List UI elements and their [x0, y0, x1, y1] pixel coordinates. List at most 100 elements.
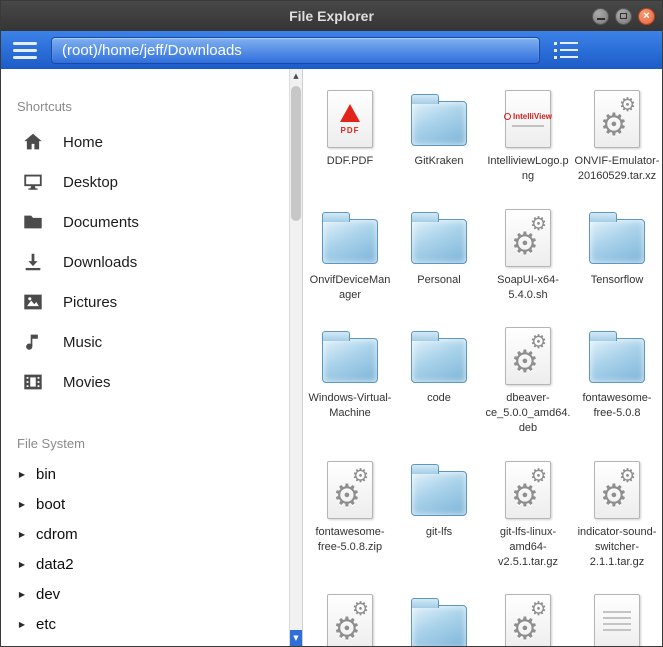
file-name: fontawesome-free-5.0.8.zip	[315, 525, 385, 553]
file-item-indicator-sound-switcher[interactable]: indicator-sound-switcher-2.1.1.tar.gz	[573, 458, 661, 570]
expand-arrow-icon[interactable]	[17, 500, 27, 509]
sidebar-item-label: Pictures	[63, 293, 118, 311]
expand-arrow-icon[interactable]	[17, 560, 27, 569]
archive-gear-file-icon	[585, 458, 649, 522]
minimize-icon	[596, 18, 605, 20]
maximize-icon	[620, 13, 627, 19]
file-item-unknown-3[interactable]	[484, 591, 572, 646]
gear-icon	[352, 600, 369, 619]
file-name: indicator-sound-switcher-2.1.1.tar.gz	[577, 525, 657, 568]
sidebar-item-downloads[interactable]: Downloads	[17, 242, 289, 282]
address-bar[interactable]: (root)/home/jeff/Downloads	[51, 36, 540, 64]
pictures-icon	[21, 291, 45, 313]
sidebar-item-label: Music	[63, 333, 103, 351]
fs-item-label: data2	[36, 555, 74, 573]
file-item-tensorflow[interactable]: Tensorflow	[573, 206, 661, 288]
movies-icon	[21, 371, 45, 393]
minimize-button[interactable]	[592, 7, 609, 25]
sidebar-item-bin[interactable]: bin	[17, 459, 289, 489]
image-file-icon: IntelliView	[496, 87, 560, 151]
file-explorer-window: File Explorer (root)/home/jeff/Downloads…	[0, 0, 663, 647]
sidebar-item-home[interactable]: Home	[17, 122, 289, 162]
file-name: code	[427, 392, 451, 405]
expand-arrow-icon[interactable]	[17, 530, 27, 539]
shortcuts-header: Shortcuts	[17, 99, 72, 114]
maximize-button[interactable]	[615, 7, 632, 25]
folder-icon	[318, 206, 382, 270]
list-view-icon[interactable]	[554, 41, 578, 59]
archive-gear-file-icon	[318, 591, 382, 646]
sidebar-item-music[interactable]: Music	[17, 322, 289, 362]
gear-icon	[530, 600, 547, 619]
sidebar-item-label: Documents	[63, 213, 139, 231]
sidebar-item-desktop[interactable]: Desktop	[17, 162, 289, 202]
music-icon	[21, 331, 45, 353]
file-item-fontawesome-folder[interactable]: fontawesome-free-5.0.8	[573, 324, 661, 421]
sidebar: Shortcuts Home Desktop Documents Downloa…	[1, 69, 289, 646]
file-item-personal[interactable]: Personal	[395, 206, 483, 288]
desktop-icon	[21, 171, 45, 193]
sidebar-item-pictures[interactable]: Pictures	[17, 282, 289, 322]
scrollbar-track[interactable]	[290, 83, 302, 630]
file-item-code[interactable]: code	[395, 324, 483, 406]
titlebar[interactable]: File Explorer	[1, 1, 662, 31]
sidebar-item-label: Movies	[63, 373, 111, 391]
gear-icon	[619, 96, 636, 115]
file-name: dbeaver-ce_5.0.0_amd64.deb	[485, 392, 571, 435]
fs-item-label: etc	[36, 615, 57, 633]
file-grid-panel: PDF DDF.PDF GitKraken IntelliView Intell…	[303, 69, 662, 646]
archive-gear-file-icon	[496, 324, 560, 388]
folder-icon	[585, 324, 649, 388]
file-item-unknown-4[interactable]	[573, 591, 661, 646]
file-name: fontawesome-free-5.0.8	[582, 392, 652, 420]
sidebar-item-cdrom[interactable]: cdrom	[17, 519, 289, 549]
file-name: ONVIF-Emulator-20160529.tar.xz	[574, 155, 660, 182]
file-item-ddf-pdf[interactable]: PDF DDF.PDF	[306, 87, 394, 169]
close-button[interactable]	[638, 7, 655, 25]
sidebar-item-boot[interactable]: boot	[17, 489, 289, 519]
fs-item-label: cdrom	[36, 525, 78, 543]
file-item-onvif-emulator[interactable]: ONVIF-Emulator-20160529.tar.xz	[573, 87, 661, 184]
scroll-down-button[interactable]	[290, 630, 302, 646]
folder-icon	[407, 324, 471, 388]
file-item-intelliviewlogo[interactable]: IntelliView IntelliviewLogo.png	[484, 87, 572, 184]
pdf-logo	[340, 103, 360, 122]
sidebar-item-documents[interactable]: Documents	[17, 202, 289, 242]
file-item-git-lfs[interactable]: git-lfs	[395, 458, 483, 540]
sidebar-scrollbar[interactable]	[289, 69, 303, 646]
pdf-file-icon: PDF	[318, 87, 382, 151]
file-item-unknown-1[interactable]	[306, 591, 394, 646]
documents-folder-icon	[21, 211, 45, 233]
sidebar-item-data2[interactable]: data2	[17, 549, 289, 579]
file-item-unknown-2[interactable]	[395, 591, 483, 646]
window-controls	[592, 1, 655, 31]
sidebar-item-dev[interactable]: dev	[17, 579, 289, 609]
expand-arrow-icon[interactable]	[17, 590, 27, 599]
file-item-gitkraken[interactable]: GitKraken	[395, 87, 483, 169]
file-name: IntelliviewLogo.png	[487, 155, 569, 182]
gear-icon	[530, 467, 547, 486]
gear-icon	[530, 215, 547, 234]
folder-icon	[407, 87, 471, 151]
file-item-fontawesome-zip[interactable]: fontawesome-free-5.0.8.zip	[306, 458, 394, 555]
scrollbar-thumb[interactable]	[291, 86, 301, 221]
file-item-soapui[interactable]: SoapUI-x64-5.4.0.sh	[484, 206, 572, 303]
sidebar-item-etc[interactable]: etc	[17, 609, 289, 639]
pdf-label: PDF	[340, 125, 360, 135]
expand-arrow-icon[interactable]	[17, 620, 27, 629]
home-icon	[21, 131, 45, 153]
fs-item-label: boot	[36, 495, 66, 513]
folder-icon	[407, 206, 471, 270]
sidebar-item-movies[interactable]: Movies	[17, 362, 289, 402]
scroll-up-button[interactable]	[290, 69, 302, 83]
expand-arrow-icon[interactable]	[17, 470, 27, 479]
file-item-git-lfs-targz[interactable]: git-lfs-linux-amd64-v2.5.1.tar.gz	[484, 458, 572, 570]
file-name: Windows-Virtual-Machine	[308, 392, 392, 420]
file-item-dbeaver[interactable]: dbeaver-ce_5.0.0_amd64.deb	[484, 324, 572, 436]
menu-button[interactable]	[13, 41, 37, 59]
file-grid: PDF DDF.PDF GitKraken IntelliView Intell…	[306, 87, 662, 646]
file-item-onvifdevicemanager[interactable]: OnvifDeviceManager	[306, 206, 394, 303]
download-icon	[21, 251, 45, 273]
file-item-windows-virtual-machine[interactable]: Windows-Virtual-Machine	[306, 324, 394, 421]
file-name: SoapUI-x64-5.4.0.sh	[497, 273, 559, 301]
